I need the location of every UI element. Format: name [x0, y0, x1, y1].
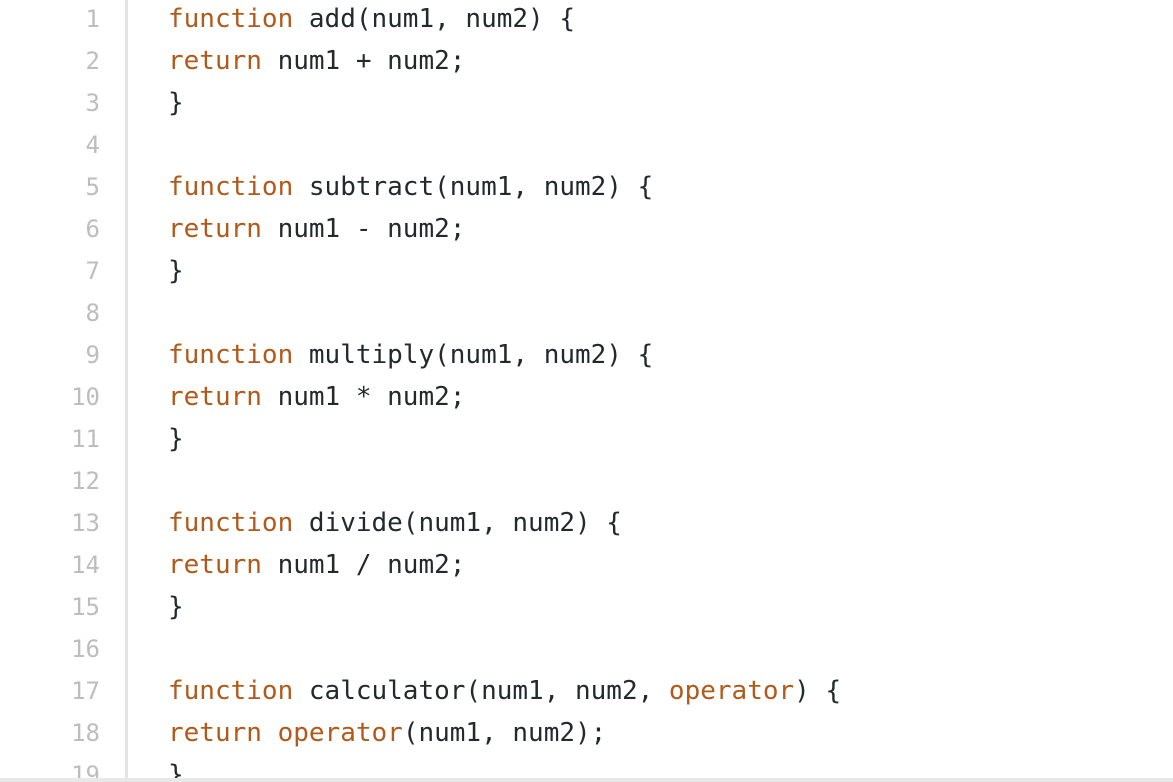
code-line[interactable]: return operator(num1, num2); [168, 712, 606, 754]
code-line[interactable]: function subtract(num1, num2) { [168, 166, 653, 208]
code-token: num1 * num2; [261, 382, 466, 412]
line-number: 4 [85, 131, 100, 159]
line-number: 9 [85, 341, 100, 369]
horizontal-scrollbar-track[interactable] [0, 778, 1173, 782]
keyword-token: return [168, 718, 262, 748]
code-token: } [168, 256, 184, 286]
keyword-token: operator [277, 718, 403, 748]
code-line[interactable]: function multiply(num1, num2) { [168, 334, 653, 376]
line-number: 18 [71, 719, 100, 747]
code-line[interactable]: return num1 + num2; [168, 40, 465, 82]
keyword-token: return [168, 382, 262, 412]
code-token: multiply(num1, num2) { [293, 340, 654, 370]
line-number: 7 [85, 257, 100, 285]
code-line[interactable]: } [168, 754, 184, 778]
code-line[interactable]: function divide(num1, num2) { [168, 502, 622, 544]
code-token: (num1, num2); [402, 718, 607, 748]
line-number-gutter: 1 2 3 4 5 6 7 8 9 10 11 12 13 14 15 16 17 18 19 [0, 0, 128, 778]
code-token: ) { [794, 676, 842, 706]
code-line[interactable]: } [168, 586, 184, 628]
keyword-token: function [168, 676, 294, 706]
code-line[interactable]: function add(num1, num2) { [168, 0, 575, 40]
line-number: 2 [85, 47, 100, 75]
line-number: 8 [85, 299, 100, 327]
line-number: 5 [85, 173, 100, 201]
code-line[interactable]: function calculator(num1, num2, operator… [168, 670, 841, 712]
line-number: 6 [85, 215, 100, 243]
keyword-token: return [168, 214, 262, 244]
code-editor[interactable]: 1 2 3 4 5 6 7 8 9 10 11 12 13 14 15 16 17 18 19 function a… [0, 0, 1173, 778]
code-line[interactable]: return num1 * num2; [168, 376, 465, 418]
line-number: 3 [85, 89, 100, 117]
code-line[interactable]: return num1 / num2; [168, 544, 465, 586]
code-token: add(num1, num2) { [293, 4, 575, 34]
keyword-token: function [168, 172, 294, 202]
code-token: subtract(num1, num2) { [293, 172, 654, 202]
keyword-token: operator [668, 676, 795, 706]
code-token: } [168, 592, 184, 622]
code-token: divide(num1, num2) { [293, 508, 622, 538]
code-token: } [168, 88, 184, 118]
code-line[interactable]: } [168, 250, 184, 292]
code-line[interactable]: } [168, 82, 184, 124]
keyword-token: return [168, 46, 262, 76]
line-number: 13 [71, 509, 100, 537]
line-number: 15 [71, 593, 100, 621]
code-token: num1 / num2; [261, 550, 466, 580]
line-number: 14 [71, 551, 100, 579]
line-number: 17 [71, 677, 100, 705]
line-number: 11 [71, 425, 100, 453]
keyword-token: function [168, 508, 294, 538]
line-number: 16 [71, 635, 100, 663]
keyword-token: return [168, 550, 262, 580]
keyword-token: function [168, 340, 294, 370]
code-token: } [168, 424, 184, 454]
keyword-token: function [168, 4, 294, 34]
line-number: 12 [71, 467, 100, 495]
line-number: 10 [71, 383, 100, 411]
line-number: 1 [85, 5, 100, 33]
line-number: 19 [71, 761, 100, 778]
code-token: calculator(num1, num2, [293, 676, 669, 706]
code-token: num1 + num2; [261, 46, 466, 76]
code-token: } [168, 760, 184, 778]
code-line[interactable]: } [168, 418, 184, 460]
code-line[interactable]: return num1 - num2; [168, 208, 465, 250]
code-token: num1 - num2; [261, 214, 466, 244]
